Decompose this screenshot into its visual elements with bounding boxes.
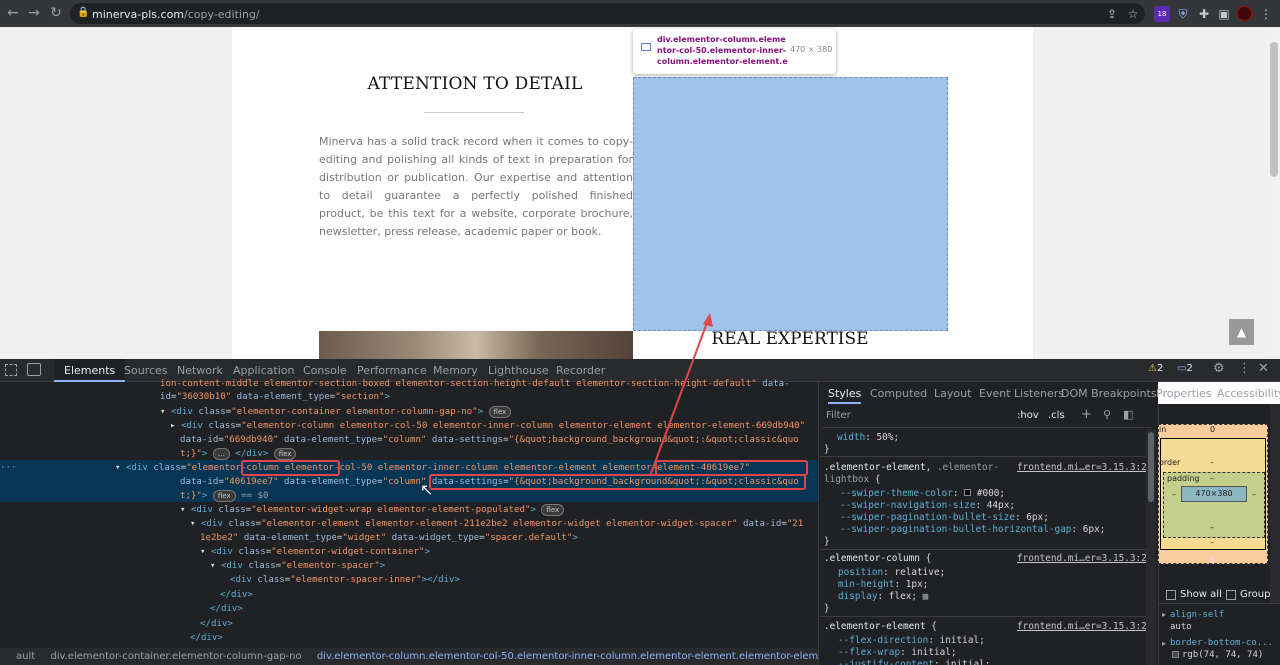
hov-toggle[interactable]: :hov — [1017, 410, 1039, 421]
tab-dom-breakpoints[interactable]: DOM Breakpoints — [1061, 384, 1157, 404]
css-selector[interactable]: lightbox { — [824, 474, 880, 486]
box-model-padding-top: – — [1210, 474, 1214, 483]
cls-toggle[interactable]: .cls — [1048, 410, 1065, 421]
breadcrumb-item[interactable]: ault — [0, 651, 35, 662]
css-decl[interactable]: --swiper-theme-color: #000; — [840, 488, 1005, 500]
css-separator — [820, 549, 1146, 550]
box-model-margin-bottom: 0 — [1210, 556, 1216, 565]
expand-arrow-icon[interactable]: ▸ — [1162, 639, 1166, 648]
tab-event-listeners[interactable]: Event Listeners — [979, 384, 1064, 404]
computed-value: rgb(74, 74, 74) — [1182, 650, 1264, 660]
box-model-margin-top: 0 — [1210, 425, 1216, 434]
styles-filter-input[interactable]: Filter — [826, 410, 851, 421]
css-source-link[interactable]: frontend.mi…er=3.15.3:2 — [1017, 553, 1147, 565]
css-brace: } — [824, 444, 830, 455]
tab-styles[interactable]: Styles — [828, 384, 862, 404]
computed-prop[interactable]: border-bottom-co... — [1170, 637, 1273, 649]
toggle-sidebar-icon[interactable]: ◧ — [1123, 408, 1133, 421]
styles-scrollbar-thumb[interactable] — [1148, 432, 1154, 502]
css-selector[interactable]: .elementor-element, .elementor- — [824, 462, 999, 474]
computed-scrollbar[interactable] — [1270, 404, 1280, 604]
css-decl[interactable]: --swiper-pagination-bullet-size: 6px; — [840, 512, 1049, 524]
box-model-padding-right: – — [1252, 490, 1256, 499]
breadcrumb-item[interactable]: div.elementor-container.elementor-column… — [50, 651, 301, 662]
css-decl[interactable]: width: 50%; — [837, 432, 899, 444]
css-selector[interactable]: .elementor-column { — [824, 553, 931, 565]
tab-layout[interactable]: Layout — [934, 384, 971, 404]
css-decl[interactable]: --swiper-navigation-size: 44px; — [840, 500, 1015, 512]
css-source-link[interactable]: frontend.mi…er=3.15.3:2 — [1017, 462, 1147, 474]
css-separator — [820, 456, 1146, 457]
box-model-margin-label: in — [1159, 425, 1167, 434]
computed-prop[interactable]: align-self — [1170, 609, 1224, 621]
css-brace: } — [824, 536, 830, 547]
group-label: Group — [1240, 589, 1271, 600]
tab-accessibility[interactable]: Accessibility — [1217, 384, 1280, 404]
box-model-border-label: order — [1159, 458, 1181, 467]
box-model-padding-left: – — [1172, 490, 1176, 499]
css-brace: } — [824, 603, 830, 614]
css-decl[interactable]: --swiper-pagination-bullet-horizontal-ga… — [840, 524, 1105, 536]
group-checkbox[interactable] — [1226, 590, 1236, 600]
show-all-checkbox[interactable] — [1166, 590, 1176, 600]
tab-properties[interactable]: Properties — [1156, 384, 1212, 404]
color-swatch[interactable] — [1172, 651, 1179, 658]
show-all-label: Show all — [1180, 589, 1222, 600]
paint-brush-icon[interactable]: ⚲ — [1103, 408, 1111, 421]
box-model-padding-label: padding — [1167, 474, 1200, 483]
css-decl[interactable]: display: flex; ▦ — [838, 591, 928, 603]
breadcrumb-item-active[interactable]: div.elementor-column.elementor-col-50.el… — [317, 651, 818, 662]
box-model-border-top: – — [1210, 458, 1214, 467]
computed-divider — [1158, 603, 1280, 604]
css-decl[interactable]: --flex-wrap: initial; — [838, 647, 957, 659]
css-source-link[interactable]: frontend.mi…er=3.15.3:2 — [1017, 621, 1147, 633]
css-decl[interactable]: --flex-direction: initial; — [838, 635, 985, 647]
css-selector[interactable]: .elementor-element { — [824, 621, 937, 633]
new-style-rule-icon[interactable]: + — [1081, 407, 1092, 422]
css-decl[interactable]: --justify-content: initial; — [838, 659, 990, 665]
computed-value: auto — [1170, 622, 1192, 632]
breadcrumb: ault div.elementor-container.elementor-c… — [0, 648, 818, 665]
tab-computed[interactable]: Computed — [870, 384, 927, 404]
css-decl[interactable]: min-height: 1px; — [838, 579, 928, 591]
expand-arrow-icon[interactable]: ▸ — [1162, 610, 1166, 619]
css-decl[interactable]: position: relative; — [838, 567, 945, 579]
box-model-padding-bottom: – — [1210, 523, 1214, 532]
box-model-border-bottom: – — [1210, 538, 1214, 547]
css-separator — [820, 616, 1146, 617]
box-model-content: 470×380 — [1181, 486, 1247, 502]
mouse-cursor-icon: ↖ — [420, 480, 434, 499]
